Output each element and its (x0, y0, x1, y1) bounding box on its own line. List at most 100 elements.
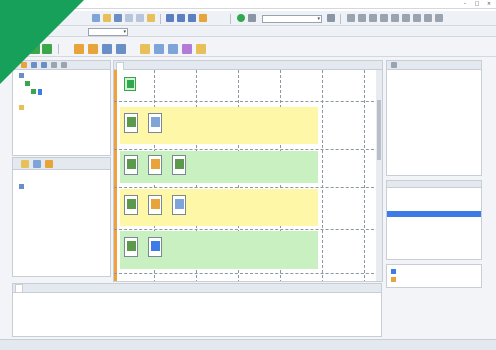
distribute-h-icon[interactable] (413, 14, 421, 22)
output-panel (12, 283, 382, 337)
swimlane[interactable] (120, 189, 318, 226)
swimlane[interactable] (120, 231, 318, 269)
paste-icon[interactable] (147, 14, 155, 22)
stop-icon[interactable] (248, 14, 256, 22)
canvas-tab[interactable] (202, 62, 208, 70)
outline-item[interactable] (391, 277, 398, 283)
outline-item[interactable] (391, 269, 398, 275)
outline-panel (386, 264, 482, 288)
filter-input[interactable]: ▾ (88, 28, 128, 36)
settings-icon[interactable] (327, 14, 335, 22)
property-row[interactable] (389, 89, 479, 95)
activity-node[interactable] (148, 195, 162, 215)
activity-node[interactable] (172, 195, 186, 215)
activity-node[interactable] (124, 237, 138, 257)
node-icon (175, 159, 184, 169)
folder-icon[interactable] (88, 44, 98, 54)
library-icon[interactable] (33, 160, 41, 168)
link-icon[interactable] (154, 44, 164, 54)
activity-node[interactable] (124, 155, 138, 175)
align-middle-icon[interactable] (391, 14, 399, 22)
close-icon[interactable]: × (486, 1, 492, 7)
grid-line (114, 101, 382, 102)
chevron-down-icon: ▾ (317, 16, 320, 22)
diagram-icon[interactable] (182, 44, 192, 54)
corner-badge (0, 0, 84, 84)
distribute-v-icon[interactable] (424, 14, 432, 22)
zoom-select[interactable]: ▾ (262, 15, 322, 23)
scrollbar-thumb[interactable] (377, 100, 381, 160)
copy-icon[interactable] (136, 14, 144, 22)
canvas-tabs (114, 61, 382, 70)
activity-node[interactable] (172, 155, 186, 175)
step-icon[interactable] (166, 14, 174, 22)
library-item[interactable] (19, 184, 26, 190)
activity-node[interactable] (148, 155, 162, 175)
property-row[interactable] (389, 81, 479, 87)
align-center-icon[interactable] (358, 14, 366, 22)
property-row[interactable] (389, 73, 479, 79)
property-row[interactable] (389, 133, 479, 139)
node-icon (175, 199, 184, 209)
maximize-icon[interactable]: □ (474, 1, 480, 7)
grid-icon[interactable] (116, 44, 126, 54)
folder-icon[interactable] (21, 160, 29, 168)
node-icon (19, 184, 24, 189)
toolbar-separator (230, 14, 231, 24)
grid-line (114, 187, 382, 188)
chevron-down-icon: ▾ (123, 29, 126, 35)
debug-icon[interactable] (188, 14, 196, 22)
star-icon[interactable] (196, 44, 206, 54)
package-icon[interactable] (45, 160, 53, 168)
node-icon (151, 199, 160, 209)
properties-icon[interactable] (391, 62, 397, 68)
canvas-scrollbar[interactable] (376, 70, 382, 281)
node-icon (127, 117, 136, 127)
folder-icon[interactable] (103, 14, 111, 22)
swimlane[interactable] (120, 151, 318, 183)
flow-canvas[interactable] (113, 60, 383, 282)
document-icon[interactable] (140, 44, 150, 54)
table-icon[interactable] (102, 44, 112, 54)
play-icon[interactable] (237, 14, 245, 22)
cube-icon (391, 269, 396, 274)
activity-node[interactable] (148, 113, 162, 133)
tree-item-selected[interactable] (31, 89, 42, 95)
align-left-icon[interactable] (347, 14, 355, 22)
status-bar (0, 339, 496, 350)
activity-node[interactable] (148, 237, 162, 257)
start-node[interactable] (124, 77, 136, 91)
table-row-selected[interactable] (387, 211, 481, 217)
property-row[interactable] (389, 117, 479, 123)
table-row[interactable] (387, 225, 481, 231)
table-row[interactable] (387, 232, 481, 238)
minimize-icon[interactable]: – (462, 1, 468, 7)
tree-item[interactable] (19, 105, 26, 111)
new-file-icon[interactable] (92, 14, 100, 22)
properties-panel (386, 60, 482, 176)
swimlane[interactable] (120, 107, 318, 144)
align-top-icon[interactable] (380, 14, 388, 22)
flow-icon[interactable] (168, 44, 178, 54)
variables-panel (386, 180, 482, 260)
same-size-icon[interactable] (435, 14, 443, 22)
folder-icon (19, 105, 24, 110)
activity-node[interactable] (124, 195, 138, 215)
activity-node[interactable] (124, 113, 138, 133)
table-row[interactable] (387, 218, 481, 224)
canvas-tab[interactable] (236, 62, 242, 70)
folder-icon (391, 277, 396, 282)
grid-line (114, 273, 382, 274)
cut-icon[interactable] (125, 14, 133, 22)
pointer-icon[interactable] (199, 14, 207, 22)
canvas-tab[interactable] (168, 62, 174, 70)
output-tab[interactable] (15, 284, 23, 292)
canvas-tab[interactable] (116, 62, 124, 70)
run-icon[interactable] (177, 14, 185, 22)
align-bottom-icon[interactable] (402, 14, 410, 22)
property-row[interactable] (389, 105, 479, 111)
property-row[interactable] (389, 97, 479, 103)
property-row[interactable] (389, 125, 479, 131)
save-icon[interactable] (114, 14, 122, 22)
align-right-icon[interactable] (369, 14, 377, 22)
